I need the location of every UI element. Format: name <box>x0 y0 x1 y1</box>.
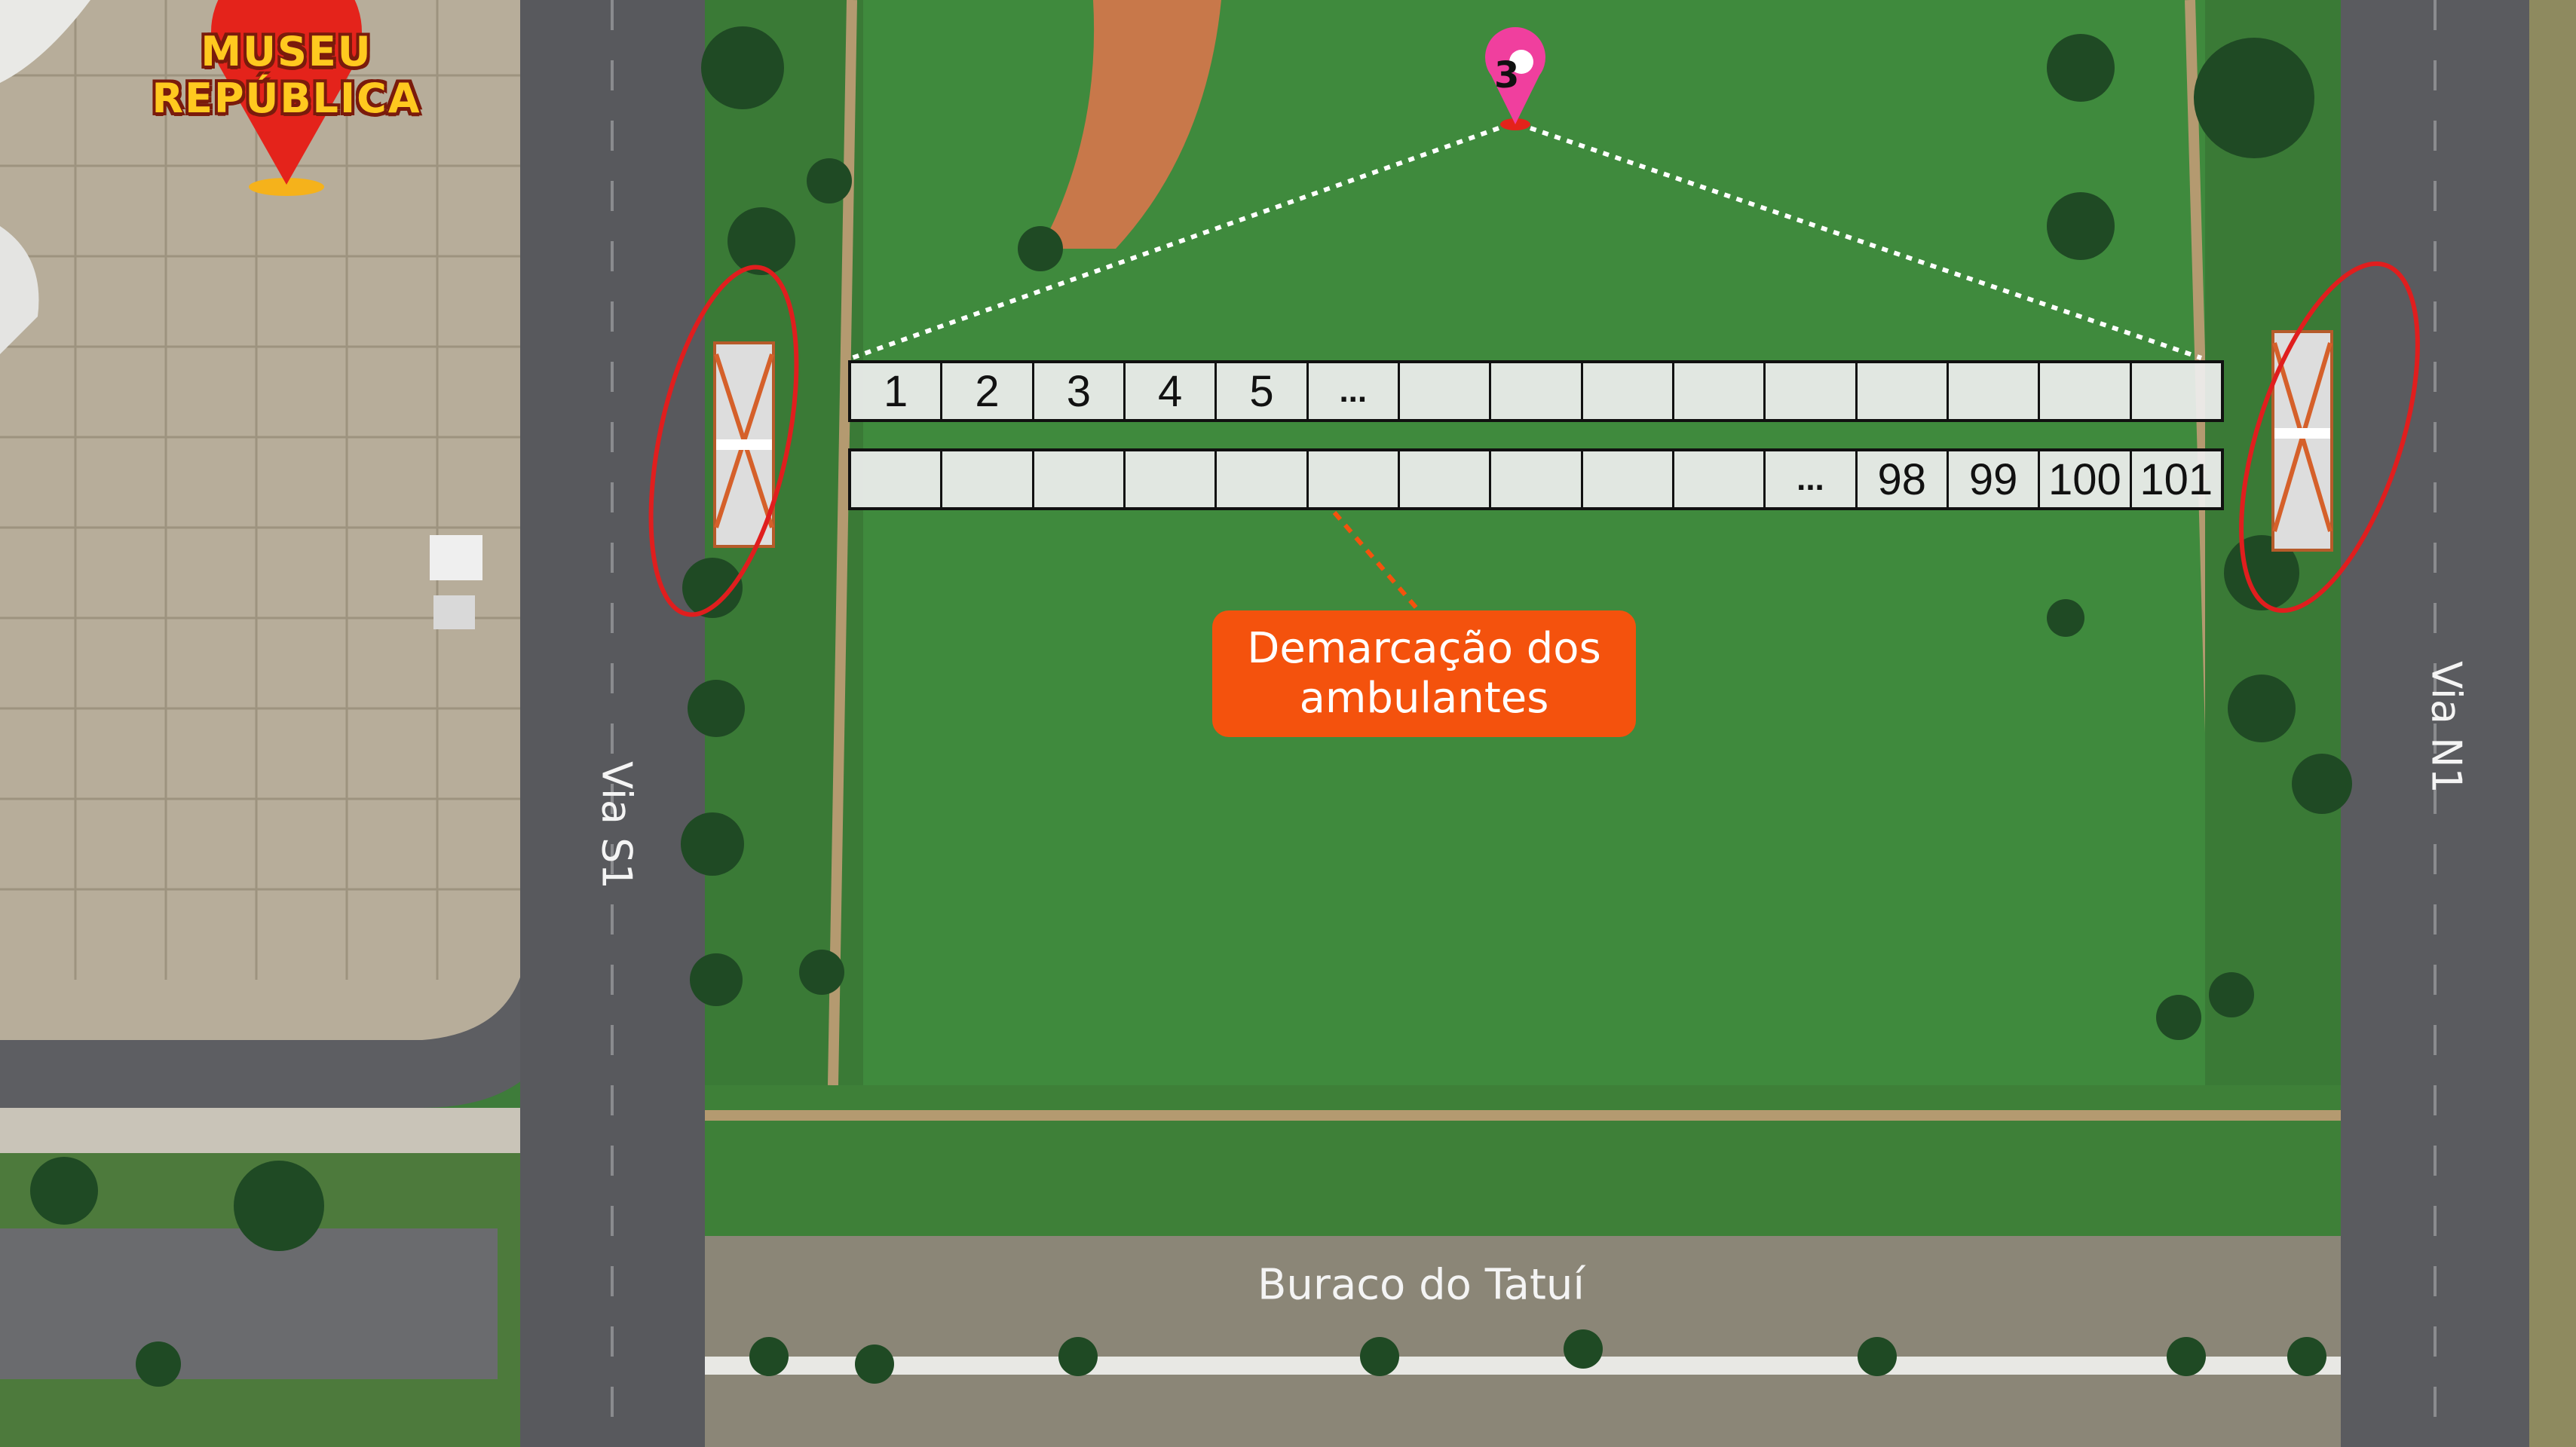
vendor-stall <box>1125 451 1218 507</box>
vendor-stall <box>1674 363 1766 419</box>
vendor-stall <box>1034 451 1126 507</box>
road-label-via-s1: Via S1 <box>593 761 641 889</box>
bottom-lawn <box>705 1085 2341 1236</box>
central-esplanade <box>863 0 2205 1085</box>
vendor-stall <box>1674 451 1766 507</box>
callout-line1: Demarcação dos <box>1247 624 1601 673</box>
vendor-stall <box>1399 451 1492 507</box>
vendor-stall: ... <box>1308 363 1400 419</box>
far-right-verge <box>2529 0 2576 1447</box>
vendor-stall <box>1766 363 1858 419</box>
vendor-stall: 98 <box>1857 451 1949 507</box>
vendor-demarcation-callout: Demarcação dos ambulantes <box>1212 610 1636 737</box>
museum-label: MUSEU REPÚBLICA <box>152 29 421 122</box>
vendor-stall: 2 <box>942 363 1034 419</box>
marker-number: 3 <box>1494 54 1520 96</box>
vendor-stall: 3 <box>1034 363 1126 419</box>
vendor-stall <box>1582 363 1674 419</box>
vendor-row-top: 1 2 3 4 5... <box>848 360 2224 422</box>
museum-label-line1: MUSEU <box>201 28 372 75</box>
vendor-stall: 99 <box>1948 451 2041 507</box>
vendor-stall: 5 <box>1217 363 1309 419</box>
kiosk-small <box>433 595 475 629</box>
crosswalk-strip <box>0 1108 528 1153</box>
museum-label-line2: REPÚBLICA <box>152 75 421 122</box>
vendor-stall <box>1491 451 1583 507</box>
bottom-curb <box>705 1357 2341 1375</box>
vendor-stall <box>1217 451 1309 507</box>
vendor-stall <box>851 451 943 507</box>
vendor-stall: 4 <box>1125 363 1218 419</box>
road-label-via-n1: Via N1 <box>2422 661 2470 794</box>
vendor-stall <box>1857 363 1949 419</box>
vendor-stall: 101 <box>2131 451 2221 507</box>
road-label-buraco-do-tatui: Buraco do Tatuí <box>1257 1260 1585 1310</box>
vendor-stall <box>1582 451 1674 507</box>
vendor-stall <box>1399 363 1492 419</box>
vendor-stall <box>2040 363 2132 419</box>
vendor-stall <box>1491 363 1583 419</box>
vendor-stall <box>942 451 1034 507</box>
vendor-stall: 100 <box>2040 451 2132 507</box>
barrier-icon <box>713 341 775 548</box>
vendor-stall: ... <box>1766 451 1858 507</box>
kiosk <box>430 535 482 580</box>
callout-line2: ambulantes <box>1299 674 1549 723</box>
vendor-stall <box>2131 363 2221 419</box>
vendor-stall <box>1308 451 1400 507</box>
vendor-stall: 1 <box>851 363 943 419</box>
lower-left-road <box>0 1228 498 1379</box>
vendor-row-bottom: ... 98 99 100 101 <box>848 448 2224 510</box>
vendor-stall <box>1948 363 2041 419</box>
